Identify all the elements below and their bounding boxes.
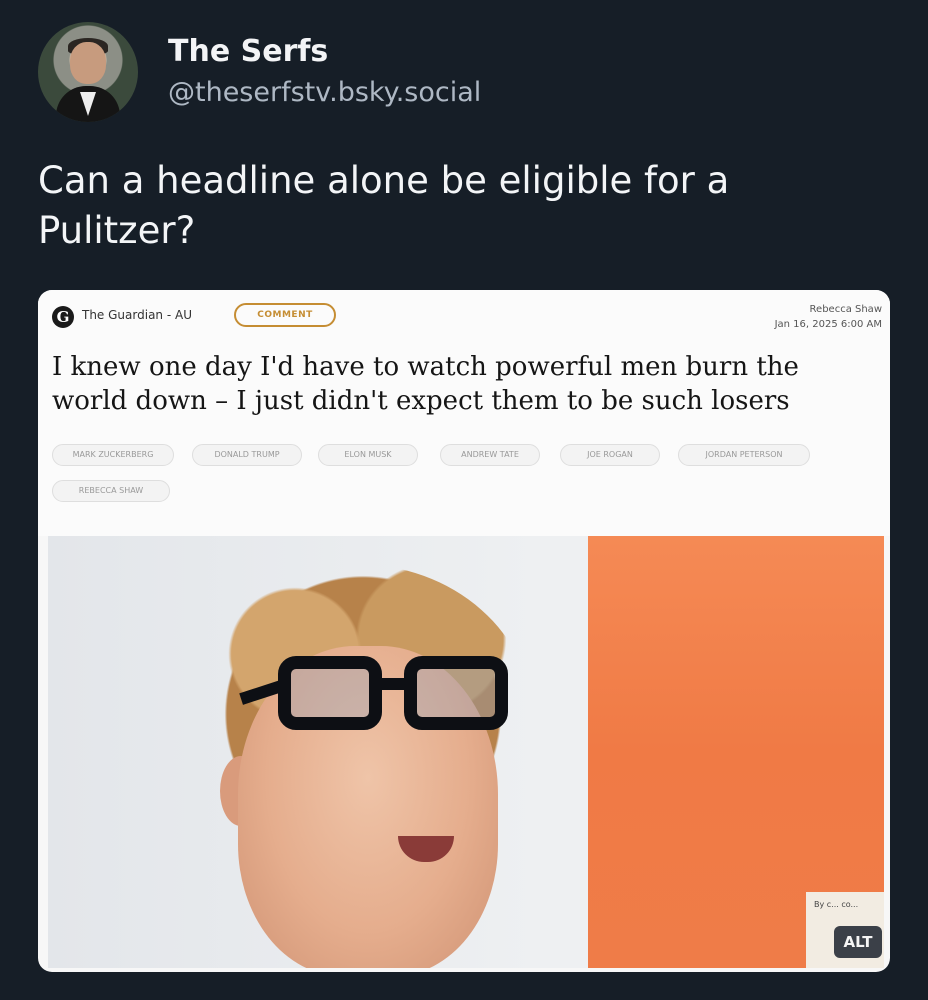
smart-glasses-icon (239, 656, 518, 736)
guardian-logo-icon: G (52, 306, 74, 328)
article-date: Jan 16, 2025 6:00 AM (774, 319, 882, 330)
post-text: Can a headline alone be eligible for a P… (38, 159, 730, 252)
tag-chip: MARK ZUCKERBERG (52, 444, 174, 466)
article-headline: I knew one day I'd have to watch powerfu… (52, 352, 799, 416)
article-source: The Guardian - AU (82, 308, 192, 322)
author-handle[interactable]: @theserfstv.bsky.social (168, 75, 481, 111)
tag-chip: JORDAN PETERSON (678, 444, 810, 466)
article-author: Rebecca Shaw (809, 304, 882, 315)
author-display-name[interactable]: The Serfs (168, 33, 481, 71)
section-badge: COMMENT (234, 303, 336, 327)
article-header: G The Guardian - AU COMMENT Rebecca Shaw… (38, 290, 890, 536)
author-names: The Serfs @theserfstv.bsky.social (168, 33, 481, 111)
tag-chip: DONALD TRUMP (192, 444, 302, 466)
article-byline: Rebecca Shaw Jan 16, 2025 6:00 AM (775, 302, 882, 332)
tag-chip: JOE ROGAN (560, 444, 660, 466)
post-header: The Serfs @theserfstv.bsky.social (38, 22, 481, 122)
tag-chip: ELON MUSK (318, 444, 418, 466)
tag-chip: ANDREW TATE (440, 444, 540, 466)
article-photo: By c... co... (48, 536, 884, 968)
alt-text-button[interactable]: ALT (834, 926, 882, 958)
embedded-article-image[interactable]: G The Guardian - AU COMMENT Rebecca Shaw… (38, 290, 890, 972)
author-avatar[interactable] (38, 22, 138, 122)
tag-chip: REBECCA SHAW (52, 480, 170, 502)
